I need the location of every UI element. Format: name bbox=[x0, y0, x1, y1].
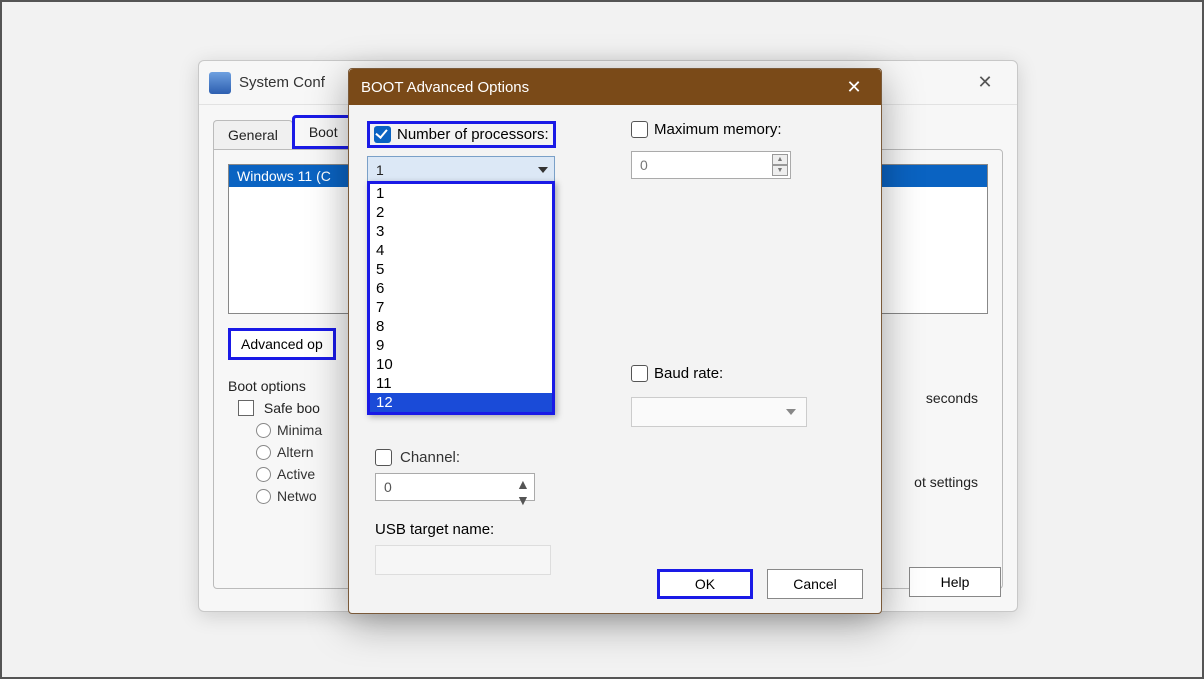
timeout-seconds-label: seconds bbox=[926, 390, 978, 406]
proc-option[interactable]: 11 bbox=[370, 374, 552, 393]
radio-minimal[interactable] bbox=[256, 423, 271, 438]
radio-minimal-label: Minima bbox=[277, 422, 322, 438]
close-icon[interactable]: ✕ bbox=[839, 77, 869, 98]
ok-button[interactable]: OK bbox=[657, 569, 753, 599]
num-processors-dropdown[interactable]: 1 2 3 4 5 6 7 8 9 10 11 12 bbox=[367, 181, 555, 415]
radio-active-label: Active bbox=[277, 466, 315, 482]
proc-option[interactable]: 9 bbox=[370, 336, 552, 355]
proc-option[interactable]: 3 bbox=[370, 222, 552, 241]
radio-network[interactable] bbox=[256, 489, 271, 504]
spin-down-icon[interactable]: ▼ bbox=[516, 492, 532, 508]
spin-up-icon[interactable]: ▲ bbox=[772, 154, 788, 165]
baud-rate-select[interactable] bbox=[631, 397, 807, 427]
max-memory-label: Maximum memory: bbox=[654, 121, 782, 138]
num-processors-checkbox[interactable] bbox=[374, 126, 391, 143]
advanced-options-button[interactable]: Advanced op bbox=[228, 328, 336, 360]
num-processors-combo[interactable]: 1 bbox=[367, 156, 555, 184]
proc-option[interactable]: 5 bbox=[370, 260, 552, 279]
channel-input[interactable]: 0 ▲ ▼ bbox=[375, 473, 535, 501]
num-processors-value: 1 bbox=[376, 162, 384, 178]
boot-dialog-title: BOOT Advanced Options bbox=[361, 79, 529, 96]
close-icon[interactable]: ✕ bbox=[963, 68, 1007, 98]
channel-checkbox[interactable] bbox=[375, 449, 392, 466]
spin-down-icon[interactable]: ▼ bbox=[772, 165, 788, 176]
help-button[interactable]: Help bbox=[909, 567, 1001, 597]
baud-rate-label: Baud rate: bbox=[654, 365, 723, 382]
radio-alternate[interactable] bbox=[256, 445, 271, 460]
channel-value: 0 bbox=[384, 479, 392, 495]
radio-active[interactable] bbox=[256, 467, 271, 482]
proc-option[interactable]: 8 bbox=[370, 317, 552, 336]
spin-up-icon[interactable]: ▲ bbox=[516, 476, 532, 492]
usb-target-label: USB target name: bbox=[375, 521, 494, 538]
proc-option[interactable]: 2 bbox=[370, 203, 552, 222]
num-processors-row: Number of processors: bbox=[367, 121, 556, 148]
max-memory-row: Maximum memory: bbox=[631, 121, 782, 138]
persist-settings-label: ot settings bbox=[914, 474, 978, 490]
boot-dialog-titlebar: BOOT Advanced Options ✕ bbox=[349, 69, 881, 105]
baud-rate-group: Baud rate: bbox=[631, 365, 807, 427]
proc-option[interactable]: 6 bbox=[370, 279, 552, 298]
num-processors-label: Number of processors: bbox=[397, 126, 549, 143]
tab-boot[interactable]: Boot bbox=[292, 115, 355, 149]
radio-alternate-label: Altern bbox=[277, 444, 314, 460]
max-memory-value: 0 bbox=[640, 157, 648, 173]
safe-boot-label: Safe boo bbox=[264, 400, 320, 416]
chevron-down-icon bbox=[538, 167, 548, 173]
proc-option[interactable]: 7 bbox=[370, 298, 552, 317]
tab-general[interactable]: General bbox=[213, 120, 293, 149]
safe-boot-checkbox[interactable] bbox=[238, 400, 254, 416]
max-memory-input[interactable]: 0 ▲ ▼ bbox=[631, 151, 791, 179]
proc-option-selected[interactable]: 12 bbox=[370, 393, 552, 412]
proc-option[interactable]: 4 bbox=[370, 241, 552, 260]
proc-option[interactable]: 1 bbox=[370, 184, 552, 203]
sysconf-title: System Conf bbox=[239, 74, 325, 91]
msconfig-icon bbox=[209, 72, 231, 94]
chevron-down-icon bbox=[786, 409, 796, 415]
proc-option[interactable]: 10 bbox=[370, 355, 552, 374]
usb-target-input[interactable] bbox=[375, 545, 551, 575]
boot-advanced-options-dialog: BOOT Advanced Options ✕ Number of proces… bbox=[348, 68, 882, 614]
baud-rate-checkbox[interactable] bbox=[631, 365, 648, 382]
max-memory-checkbox[interactable] bbox=[631, 121, 648, 138]
cancel-button[interactable]: Cancel bbox=[767, 569, 863, 599]
radio-network-label: Netwo bbox=[277, 488, 317, 504]
channel-label: Channel: bbox=[400, 449, 460, 466]
